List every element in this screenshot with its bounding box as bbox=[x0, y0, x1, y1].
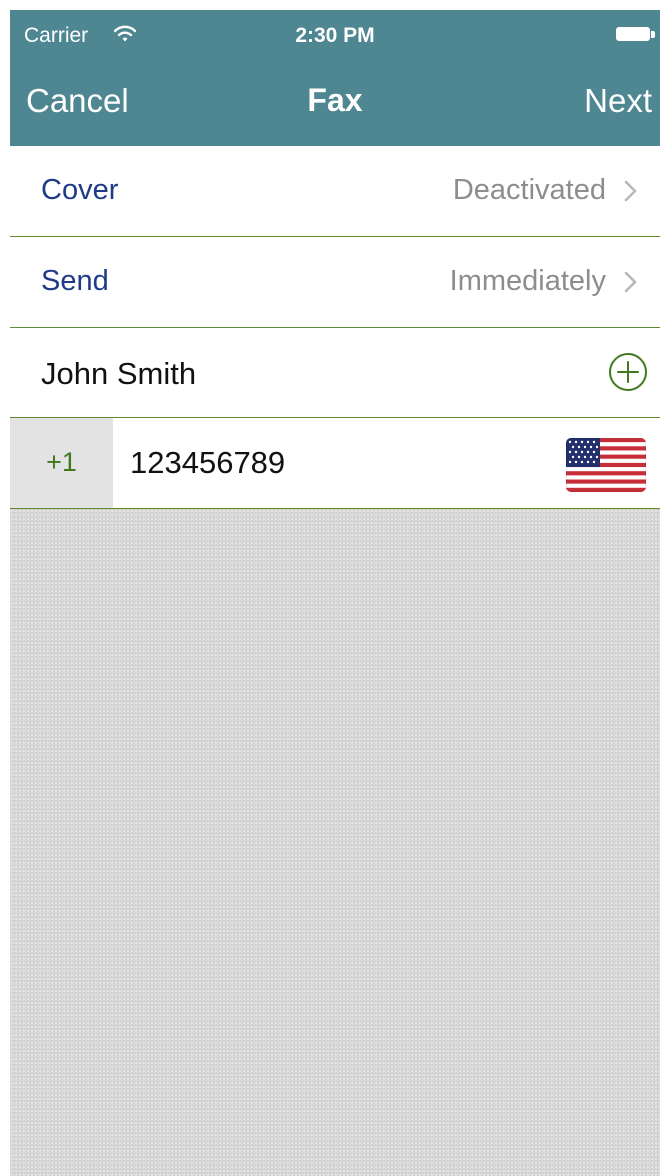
content-background bbox=[10, 509, 660, 1176]
us-flag-icon[interactable] bbox=[566, 438, 646, 492]
fax-number-input[interactable] bbox=[130, 440, 530, 486]
clock: 2:30 PM bbox=[295, 24, 375, 47]
next-button[interactable]: Next bbox=[584, 82, 652, 120]
cover-value: Deactivated bbox=[452, 174, 606, 206]
country-code: +1 bbox=[46, 447, 77, 477]
chevron-right-icon bbox=[624, 180, 637, 202]
navigation-header: Carrier 2:30 PM Cancel Fax Next bbox=[10, 10, 660, 146]
send-value: Immediately bbox=[449, 265, 606, 297]
cover-label: Cover bbox=[41, 174, 119, 206]
add-contact-icon[interactable] bbox=[608, 352, 648, 392]
fax-number-row: +1 bbox=[10, 418, 660, 509]
chevron-right-icon bbox=[624, 271, 637, 293]
cover-row[interactable]: Cover Deactivated bbox=[10, 146, 660, 237]
recipient-name[interactable]: John Smith bbox=[41, 356, 196, 392]
send-label: Send bbox=[41, 265, 109, 297]
status-bar: Carrier 2:30 PM bbox=[10, 10, 660, 56]
app-screen: Carrier 2:30 PM Cancel Fax Next Cover De… bbox=[10, 10, 660, 1176]
country-code-button[interactable]: +1 bbox=[10, 418, 113, 508]
battery-icon bbox=[616, 27, 650, 41]
recipient-row: John Smith bbox=[10, 328, 660, 418]
battery-tip bbox=[651, 31, 655, 38]
cancel-button[interactable]: Cancel bbox=[26, 82, 129, 120]
send-row[interactable]: Send Immediately bbox=[10, 237, 660, 328]
